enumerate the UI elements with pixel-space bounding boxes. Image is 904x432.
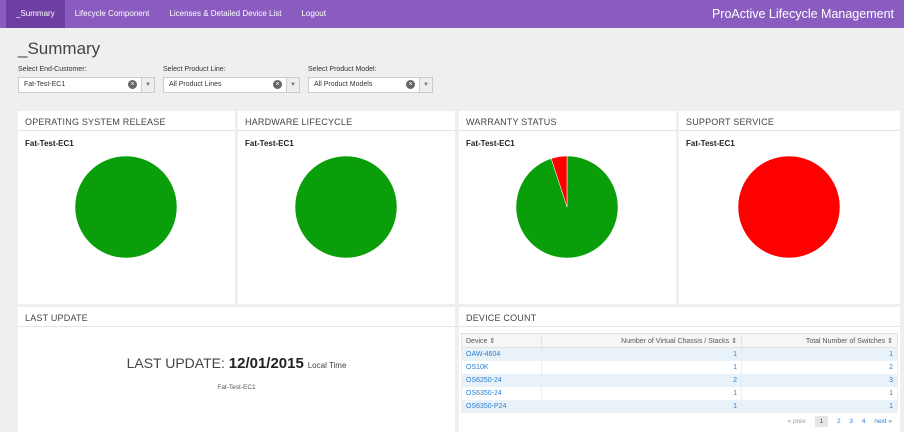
panel-subtitle: Fat-Test-EC1 bbox=[245, 139, 294, 148]
device-count-table: Device ⇕ Number of Virtual Chassis / Sta… bbox=[461, 333, 898, 414]
stacks-count[interactable]: 1 bbox=[541, 360, 742, 374]
stacks-count[interactable]: 1 bbox=[541, 347, 742, 361]
top-navigation: _Summary Lifecycle Component Licenses & … bbox=[0, 0, 904, 28]
os-release-pie bbox=[74, 155, 178, 259]
support-service-panel: SUPPORT SERVICE Fat-Test-EC1 bbox=[679, 111, 900, 304]
column-header-device[interactable]: Device ⇕ bbox=[461, 333, 542, 348]
hardware-lifecycle-panel: HARDWARE LIFECYCLE Fat-Test-EC1 bbox=[238, 111, 455, 304]
last-update-suffix: Local Time bbox=[307, 361, 347, 370]
panel-title: HARDWARE LIFECYCLE bbox=[238, 111, 455, 131]
pager-page-1[interactable]: 1 bbox=[814, 416, 829, 428]
switches-count[interactable]: 3 bbox=[741, 373, 898, 388]
product-line-label: Select Product Line: bbox=[163, 66, 226, 73]
device-link[interactable]: OS6350-24 bbox=[461, 387, 542, 401]
filter-bar: Select End-Customer: Fat-Test-EC1 × ▼ Sel… bbox=[0, 66, 904, 93]
chevron-down-icon[interactable]: ▼ bbox=[142, 77, 155, 93]
pie-slice-0[interactable] bbox=[74, 155, 178, 259]
panel-title: DEVICE COUNT bbox=[459, 307, 900, 327]
warranty-status-panel: WARRANTY STATUS Fat-Test-EC1 bbox=[459, 111, 676, 304]
device-link[interactable]: OS6250-24 bbox=[461, 373, 542, 388]
table-row: OS6350-24 1 1 bbox=[461, 387, 898, 401]
switches-count[interactable]: 1 bbox=[741, 387, 898, 401]
product-model-value: All Product Models bbox=[314, 81, 373, 88]
panel-title: OPERATING SYSTEM RELEASE bbox=[18, 111, 235, 131]
device-link[interactable]: OS10K bbox=[461, 360, 542, 374]
hardware-lifecycle-pie bbox=[294, 155, 398, 259]
last-update-date: 12/01/2015 bbox=[228, 355, 304, 372]
end-customer-select[interactable]: Fat-Test-EC1 × ▼ bbox=[18, 77, 155, 93]
chevron-down-icon[interactable]: ▼ bbox=[287, 77, 300, 93]
last-update-customer: Fat-Test-EC1 bbox=[217, 384, 256, 391]
product-line-filter: Select Product Line: All Product Lines × … bbox=[163, 66, 300, 93]
nav-lifecycle-component[interactable]: Lifecycle Component bbox=[65, 0, 160, 28]
product-line-select[interactable]: All Product Lines × ▼ bbox=[163, 77, 300, 93]
panel-title: LAST UPDATE bbox=[18, 307, 455, 327]
table-row: OAW-4604 1 1 bbox=[461, 347, 898, 361]
stacks-count[interactable]: 1 bbox=[541, 387, 742, 401]
support-service-pie bbox=[737, 155, 841, 259]
app-brand: ProActive Lifecycle Management bbox=[711, 7, 894, 21]
panel-title: WARRANTY STATUS bbox=[459, 111, 676, 131]
panel-title: SUPPORT SERVICE bbox=[679, 111, 900, 131]
column-header-stacks[interactable]: Number of Virtual Chassis / Stacks ⇕ bbox=[541, 333, 742, 348]
table-row: OS10K 1 2 bbox=[461, 360, 898, 374]
pager-page-3[interactable]: 3 bbox=[849, 418, 853, 425]
switches-count[interactable]: 1 bbox=[741, 400, 898, 414]
pager-next[interactable]: next » bbox=[874, 418, 892, 425]
pager-page-2[interactable]: 2 bbox=[837, 418, 841, 425]
page-title: _Summary bbox=[18, 39, 101, 58]
os-release-panel: OPERATING SYSTEM RELEASE Fat-Test-EC1 bbox=[18, 111, 235, 304]
pagination: « prev 1 2 3 4 next » bbox=[461, 413, 898, 428]
warranty-status-pie bbox=[515, 155, 619, 259]
stacks-count[interactable]: 2 bbox=[541, 373, 742, 388]
panel-subtitle: Fat-Test-EC1 bbox=[25, 139, 74, 148]
nav-licenses[interactable]: Licenses & Detailed Device List bbox=[159, 0, 291, 28]
switches-count[interactable]: 1 bbox=[741, 347, 898, 361]
clear-icon[interactable]: × bbox=[406, 80, 415, 89]
switches-count[interactable]: 2 bbox=[741, 360, 898, 374]
last-update-prefix: LAST UPDATE: bbox=[126, 355, 225, 371]
end-customer-label: Select End-Customer: bbox=[18, 66, 87, 73]
nav-summary[interactable]: _Summary bbox=[6, 0, 65, 28]
last-update-panel: LAST UPDATE LAST UPDATE: 12/01/2015 Loca… bbox=[18, 307, 455, 432]
panel-subtitle: Fat-Test-EC1 bbox=[466, 139, 515, 148]
end-customer-filter: Select End-Customer: Fat-Test-EC1 × ▼ bbox=[18, 66, 155, 93]
nav-logout[interactable]: Logout bbox=[291, 0, 335, 28]
product-line-value: All Product Lines bbox=[169, 81, 222, 88]
last-update-line: LAST UPDATE: 12/01/2015 Local Time bbox=[18, 355, 455, 372]
device-link[interactable]: OS6350-P24 bbox=[461, 400, 542, 414]
pie-slice-0[interactable] bbox=[737, 155, 841, 259]
table-row: OS6250-24 2 3 bbox=[461, 373, 898, 388]
pager-page-4[interactable]: 4 bbox=[862, 418, 866, 425]
product-model-label: Select Product Model: bbox=[308, 66, 377, 73]
product-model-filter: Select Product Model: All Product Models… bbox=[308, 66, 433, 93]
clear-icon[interactable]: × bbox=[273, 80, 282, 89]
device-link[interactable]: OAW-4604 bbox=[461, 347, 542, 361]
chevron-down-icon[interactable]: ▼ bbox=[420, 77, 433, 93]
end-customer-value: Fat-Test-EC1 bbox=[24, 81, 66, 88]
column-header-switches[interactable]: Total Number of Switches ⇕ bbox=[741, 333, 898, 348]
clear-icon[interactable]: × bbox=[128, 80, 137, 89]
pager-prev[interactable]: « prev bbox=[788, 418, 806, 425]
device-count-panel: DEVICE COUNT Device ⇕ Number of Virtual … bbox=[459, 307, 900, 432]
stacks-count[interactable]: 1 bbox=[541, 400, 742, 414]
table-row: OS6350-P24 1 1 bbox=[461, 400, 898, 414]
panel-subtitle: Fat-Test-EC1 bbox=[686, 139, 735, 148]
pie-slice-0[interactable] bbox=[294, 155, 398, 259]
product-model-select[interactable]: All Product Models × ▼ bbox=[308, 77, 433, 93]
